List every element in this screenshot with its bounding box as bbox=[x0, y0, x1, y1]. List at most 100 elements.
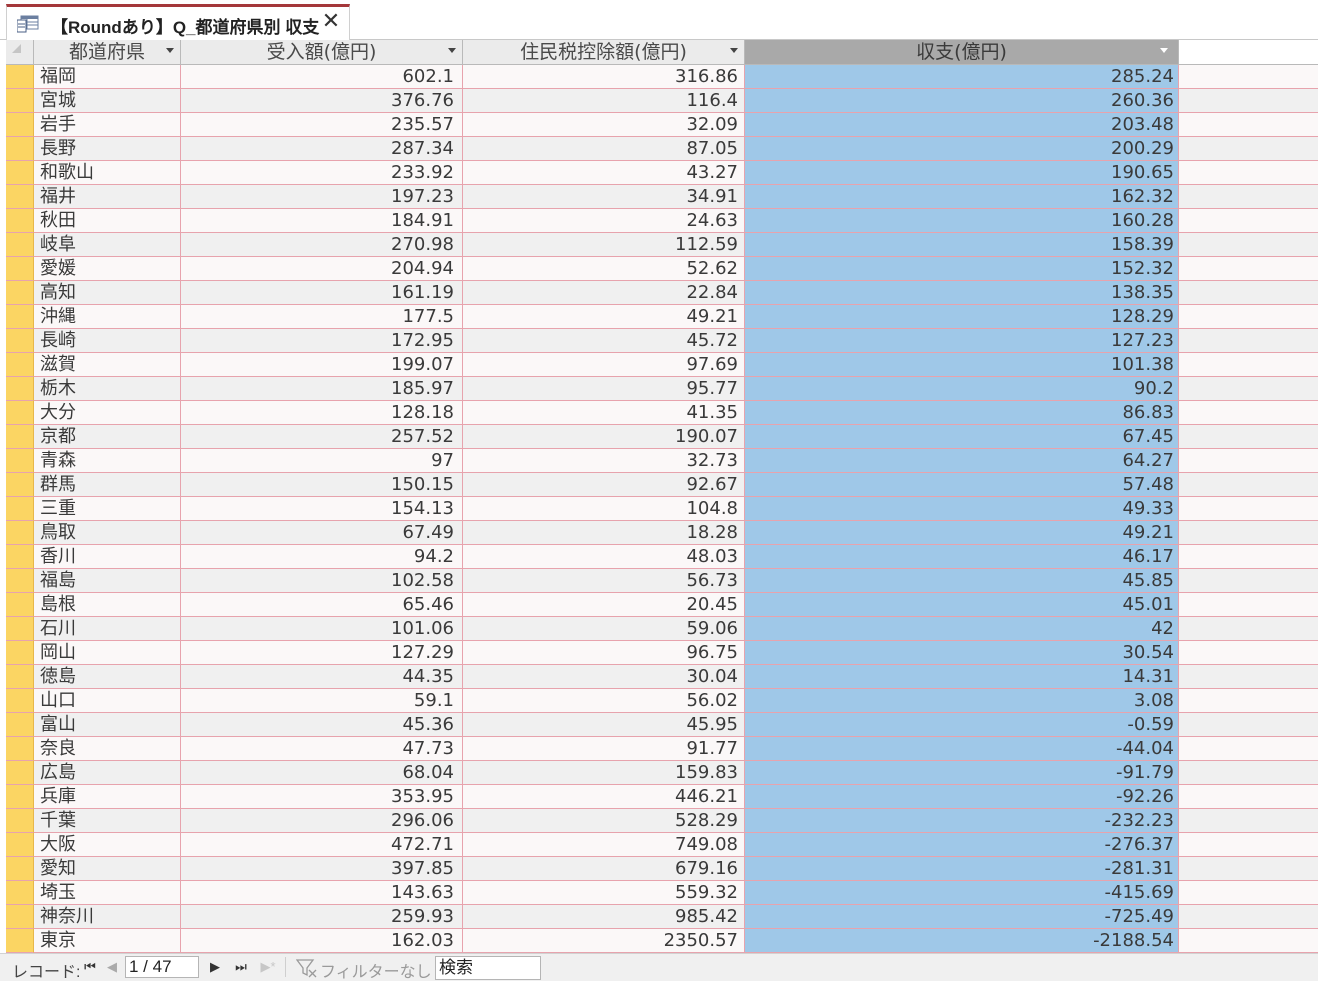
cell-deduction[interactable]: 52.62 bbox=[463, 257, 745, 281]
first-record-icon[interactable]: ⏮ bbox=[82, 958, 98, 976]
row-selector[interactable] bbox=[6, 713, 34, 737]
cell-prefecture[interactable]: 神奈川 bbox=[34, 905, 181, 929]
row-selector[interactable] bbox=[6, 785, 34, 809]
table-row[interactable]: 奈良 47.73 91.77 -44.04 bbox=[6, 737, 1318, 761]
row-selector[interactable] bbox=[6, 761, 34, 785]
row-selector[interactable] bbox=[6, 281, 34, 305]
cell-balance[interactable]: 200.29 bbox=[745, 137, 1179, 161]
cell-prefecture[interactable]: 石川 bbox=[34, 617, 181, 641]
table-row[interactable]: 青森 97 32.73 64.27 bbox=[6, 449, 1318, 473]
cell-received[interactable]: 65.46 bbox=[181, 593, 463, 617]
cell-balance[interactable]: 127.23 bbox=[745, 329, 1179, 353]
last-record-icon[interactable]: ⏭ bbox=[233, 958, 249, 976]
row-selector[interactable] bbox=[6, 449, 34, 473]
cell-prefecture[interactable]: 三重 bbox=[34, 497, 181, 521]
cell-balance[interactable]: -281.31 bbox=[745, 857, 1179, 881]
cell-balance[interactable]: -725.49 bbox=[745, 905, 1179, 929]
cell-received[interactable]: 270.98 bbox=[181, 233, 463, 257]
cell-prefecture[interactable]: 島根 bbox=[34, 593, 181, 617]
cell-balance[interactable]: 285.24 bbox=[745, 65, 1179, 89]
row-selector[interactable] bbox=[6, 233, 34, 257]
table-row[interactable]: 栃木 185.97 95.77 90.2 bbox=[6, 377, 1318, 401]
row-selector[interactable] bbox=[6, 305, 34, 329]
row-selector[interactable] bbox=[6, 353, 34, 377]
cell-prefecture[interactable]: 富山 bbox=[34, 713, 181, 737]
cell-deduction[interactable]: 59.06 bbox=[463, 617, 745, 641]
cell-received[interactable]: 101.06 bbox=[181, 617, 463, 641]
cell-received[interactable]: 127.29 bbox=[181, 641, 463, 665]
cell-prefecture[interactable]: 群馬 bbox=[34, 473, 181, 497]
cell-prefecture[interactable]: 東京 bbox=[34, 929, 181, 953]
cell-balance[interactable]: 67.45 bbox=[745, 425, 1179, 449]
cell-deduction[interactable]: 24.63 bbox=[463, 209, 745, 233]
table-row[interactable]: 福岡 602.1 316.86 285.24 bbox=[6, 65, 1318, 89]
cell-received[interactable]: 68.04 bbox=[181, 761, 463, 785]
cell-received[interactable]: 235.57 bbox=[181, 113, 463, 137]
chevron-down-icon[interactable] bbox=[448, 48, 456, 53]
cell-received[interactable]: 102.58 bbox=[181, 569, 463, 593]
cell-prefecture[interactable]: 福岡 bbox=[34, 65, 181, 89]
cell-prefecture[interactable]: 福井 bbox=[34, 185, 181, 209]
cell-balance[interactable]: 49.21 bbox=[745, 521, 1179, 545]
row-selector[interactable] bbox=[6, 689, 34, 713]
cell-received[interactable]: 397.85 bbox=[181, 857, 463, 881]
cell-deduction[interactable]: 985.42 bbox=[463, 905, 745, 929]
chevron-down-icon[interactable] bbox=[730, 48, 738, 53]
row-selector[interactable] bbox=[6, 665, 34, 689]
table-row[interactable]: 香川 94.2 48.03 46.17 bbox=[6, 545, 1318, 569]
cell-deduction[interactable]: 528.29 bbox=[463, 809, 745, 833]
cell-balance[interactable]: 57.48 bbox=[745, 473, 1179, 497]
cell-prefecture[interactable]: 鳥取 bbox=[34, 521, 181, 545]
column-header-deduction[interactable]: 住民税控除額(億円) bbox=[463, 40, 745, 65]
cell-prefecture[interactable]: 香川 bbox=[34, 545, 181, 569]
cell-prefecture[interactable]: 栃木 bbox=[34, 377, 181, 401]
cell-received[interactable]: 172.95 bbox=[181, 329, 463, 353]
cell-deduction[interactable]: 190.07 bbox=[463, 425, 745, 449]
cell-prefecture[interactable]: 岡山 bbox=[34, 641, 181, 665]
cell-balance[interactable]: 160.28 bbox=[745, 209, 1179, 233]
next-record-icon[interactable]: ▶ bbox=[207, 958, 223, 976]
cell-received[interactable]: 150.15 bbox=[181, 473, 463, 497]
table-row[interactable]: 滋賀 199.07 97.69 101.38 bbox=[6, 353, 1318, 377]
table-row[interactable]: 富山 45.36 45.95 -0.59 bbox=[6, 713, 1318, 737]
cell-deduction[interactable]: 22.84 bbox=[463, 281, 745, 305]
cell-received[interactable]: 204.94 bbox=[181, 257, 463, 281]
row-selector[interactable] bbox=[6, 593, 34, 617]
cell-received[interactable]: 233.92 bbox=[181, 161, 463, 185]
cell-prefecture[interactable]: 埼玉 bbox=[34, 881, 181, 905]
cell-deduction[interactable]: 43.27 bbox=[463, 161, 745, 185]
cell-received[interactable]: 257.52 bbox=[181, 425, 463, 449]
close-icon[interactable]: ✕ bbox=[319, 9, 343, 35]
chevron-down-icon[interactable] bbox=[1160, 48, 1168, 53]
table-row[interactable]: 神奈川 259.93 985.42 -725.49 bbox=[6, 905, 1318, 929]
row-selector[interactable] bbox=[6, 329, 34, 353]
cell-prefecture[interactable]: 岩手 bbox=[34, 113, 181, 137]
row-selector[interactable] bbox=[6, 401, 34, 425]
row-selector[interactable] bbox=[6, 545, 34, 569]
row-selector[interactable] bbox=[6, 473, 34, 497]
column-header-prefecture[interactable]: 都道府県 bbox=[34, 40, 181, 65]
cell-prefecture[interactable]: 滋賀 bbox=[34, 353, 181, 377]
cell-received[interactable]: 143.63 bbox=[181, 881, 463, 905]
table-row[interactable]: 岡山 127.29 96.75 30.54 bbox=[6, 641, 1318, 665]
cell-balance[interactable]: 260.36 bbox=[745, 89, 1179, 113]
cell-received[interactable]: 67.49 bbox=[181, 521, 463, 545]
cell-prefecture[interactable]: 長野 bbox=[34, 137, 181, 161]
cell-balance[interactable]: 203.48 bbox=[745, 113, 1179, 137]
cell-balance[interactable]: 45.01 bbox=[745, 593, 1179, 617]
cell-balance[interactable]: 90.2 bbox=[745, 377, 1179, 401]
cell-balance[interactable]: -2188.54 bbox=[745, 929, 1179, 953]
cell-deduction[interactable]: 446.21 bbox=[463, 785, 745, 809]
cell-balance[interactable]: -91.79 bbox=[745, 761, 1179, 785]
row-selector[interactable] bbox=[6, 113, 34, 137]
table-row[interactable]: 群馬 150.15 92.67 57.48 bbox=[6, 473, 1318, 497]
cell-deduction[interactable]: 2350.57 bbox=[463, 929, 745, 953]
cell-deduction[interactable]: 104.8 bbox=[463, 497, 745, 521]
cell-prefecture[interactable]: 広島 bbox=[34, 761, 181, 785]
cell-balance[interactable]: 3.08 bbox=[745, 689, 1179, 713]
cell-received[interactable]: 296.06 bbox=[181, 809, 463, 833]
cell-received[interactable]: 154.13 bbox=[181, 497, 463, 521]
cell-deduction[interactable]: 91.77 bbox=[463, 737, 745, 761]
cell-received[interactable]: 376.76 bbox=[181, 89, 463, 113]
cell-received[interactable]: 44.35 bbox=[181, 665, 463, 689]
